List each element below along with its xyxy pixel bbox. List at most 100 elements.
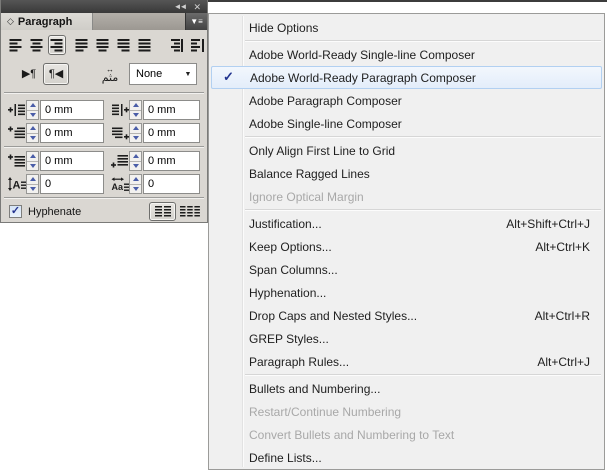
stepper-up-icon[interactable]	[27, 175, 38, 185]
align-left-button[interactable]	[6, 35, 25, 55]
drop-cap-row: A Aa	[1, 174, 207, 194]
menu-item-drop-caps-and-nested-styles[interactable]: Drop Caps and Nested Styles...Alt+Ctrl+R	[209, 304, 604, 327]
menu-item-shortcut: Alt+Ctrl+J	[537, 355, 590, 369]
justify-last-center-button[interactable]	[93, 35, 112, 55]
justify-all-button[interactable]	[135, 35, 154, 55]
right-indent-input[interactable]	[143, 100, 200, 120]
space-before-stepper[interactable]	[26, 151, 39, 171]
hyphenate-row: ✓ Hyphenate	[1, 202, 207, 221]
justify-last-right-button[interactable]	[114, 35, 133, 55]
stepper-down-icon[interactable]	[130, 162, 141, 171]
left-indent-stepper[interactable]	[26, 100, 39, 120]
right-indent-stepper[interactable]	[129, 100, 142, 120]
menu-item-label: Keep Options...	[249, 240, 332, 254]
stepper-up-icon[interactable]	[27, 101, 38, 111]
alignment-row	[1, 34, 207, 56]
drop-cap-characters-stepper[interactable]	[129, 174, 142, 194]
menu-item-hyphenation[interactable]: Hyphenation...	[209, 281, 604, 304]
stepper-up-icon[interactable]	[27, 124, 38, 134]
menu-item-label: GREP Styles...	[249, 332, 329, 346]
justify-last-left-button[interactable]	[72, 35, 91, 55]
stepper-up-icon[interactable]	[27, 152, 38, 162]
menu-item-balance-ragged-lines[interactable]: Balance Ragged Lines	[209, 162, 604, 185]
stepper-down-icon[interactable]	[27, 134, 38, 143]
menu-item-label: Justification...	[249, 217, 322, 231]
menu-item-shortcut: Alt+Shift+Ctrl+J	[506, 217, 590, 231]
stepper-down-icon[interactable]	[27, 185, 38, 194]
drop-cap-lines-input[interactable]	[40, 174, 104, 194]
stepper-up-icon[interactable]	[130, 175, 141, 185]
panel-cycle-icon: ◇	[7, 16, 14, 27]
space-after-stepper[interactable]	[129, 151, 142, 171]
menu-separator	[245, 374, 601, 375]
stepper-up-icon[interactable]	[130, 124, 141, 134]
last-line-right-indent-input[interactable]	[143, 123, 200, 143]
space-after-input[interactable]	[143, 151, 200, 171]
first-line-indent-stepper[interactable]	[26, 123, 39, 143]
align-left-icon	[9, 39, 22, 52]
stepper-up-icon[interactable]	[130, 152, 141, 162]
right-indent-icon	[110, 103, 129, 117]
space-before-icon	[7, 154, 26, 168]
menu-item-grep-styles[interactable]: GREP Styles...	[209, 327, 604, 350]
align-away-from-spine-button[interactable]	[188, 35, 207, 55]
menu-item-adobe-paragraph-composer[interactable]: Adobe Paragraph Composer	[209, 89, 604, 112]
justify-last-left-icon	[75, 39, 88, 52]
drop-cap-characters-input[interactable]	[143, 174, 200, 194]
panel-body: ▶¶ ¶◀ ↔ مثم None ▼	[1, 30, 207, 222]
stepper-down-icon[interactable]	[27, 111, 38, 120]
two-column-layout-button[interactable]	[149, 202, 176, 221]
left-indent-icon	[7, 103, 26, 117]
justify-last-right-icon	[117, 39, 130, 52]
drop-cap-characters-icon: Aa	[110, 177, 129, 191]
collapse-panel-icon[interactable]: ◄◄	[174, 3, 186, 11]
dropdown-arrow-icon: ▼	[180, 71, 196, 78]
menu-item-span-columns[interactable]: Span Columns...	[209, 258, 604, 281]
align-right-button[interactable]	[48, 35, 67, 55]
menu-item-keep-options[interactable]: Keep Options...Alt+Ctrl+K	[209, 235, 604, 258]
first-line-indent-icon	[7, 126, 26, 140]
menu-item-adobe-world-ready-single-line-composer[interactable]: Adobe World-Ready Single-line Composer	[209, 43, 604, 66]
panel-menu-button[interactable]: ▼≡	[185, 13, 207, 30]
close-icon[interactable]: ✕	[193, 3, 201, 11]
last-line-right-indent-stepper[interactable]	[129, 123, 142, 143]
rtl-paragraph-icon: ¶◀	[49, 69, 63, 80]
menu-item-justification[interactable]: Justification... Alt+Shift+Ctrl+J	[209, 212, 604, 235]
menu-item-label: Adobe Single-line Composer	[249, 117, 402, 131]
space-before-input[interactable]	[40, 151, 104, 171]
panel-separator	[4, 146, 204, 148]
align-center-button[interactable]	[27, 35, 46, 55]
tab-paragraph[interactable]: ◇ Paragraph	[1, 13, 93, 30]
menu-item-adobe-world-ready-paragraph-composer[interactable]: ✓Adobe World-Ready Paragraph Composer	[211, 66, 602, 89]
align-toward-spine-button[interactable]	[167, 35, 186, 55]
menu-item-label: Adobe World-Ready Single-line Composer	[249, 48, 475, 62]
spacing-row	[1, 151, 207, 171]
panel-menu-icon: ▼≡	[190, 17, 203, 26]
document-area	[208, 2, 607, 13]
kashida-select[interactable]: None ▼	[129, 63, 197, 85]
menu-item-only-align-first-line-to-grid[interactable]: Only Align First Line to Grid	[209, 139, 604, 162]
menu-item-paragraph-rules[interactable]: Paragraph Rules...Alt+Ctrl+J	[209, 350, 604, 373]
menu-item-label: Only Align First Line to Grid	[249, 144, 395, 158]
menu-item-label: Restart/Continue Numbering	[249, 405, 401, 419]
stepper-down-icon[interactable]	[130, 185, 141, 194]
menu-item-define-lists[interactable]: Define Lists...	[209, 446, 604, 469]
three-column-icon	[180, 206, 200, 217]
drop-cap-lines-stepper[interactable]	[26, 174, 39, 194]
menu-item-label: Adobe Paragraph Composer	[249, 94, 402, 108]
ltr-paragraph-direction-button[interactable]: ▶¶	[17, 63, 41, 85]
stepper-down-icon[interactable]	[130, 134, 141, 143]
hyphenate-checkbox[interactable]: ✓	[9, 205, 22, 218]
stepper-down-icon[interactable]	[130, 111, 141, 120]
first-line-indent-input[interactable]	[40, 123, 104, 143]
left-indent-input[interactable]	[40, 100, 104, 120]
stepper-down-icon[interactable]	[27, 162, 38, 171]
menu-item-hide-options[interactable]: Hide Options	[209, 16, 604, 39]
three-column-layout-button[interactable]	[176, 202, 203, 221]
rtl-paragraph-direction-button[interactable]: ¶◀	[43, 63, 69, 85]
menu-item-adobe-single-line-composer[interactable]: Adobe Single-line Composer	[209, 112, 604, 135]
stepper-up-icon[interactable]	[130, 101, 141, 111]
indent-row-1	[1, 100, 207, 120]
menu-item-label: Bullets and Numbering...	[249, 382, 380, 396]
menu-item-bullets-and-numbering[interactable]: Bullets and Numbering...	[209, 377, 604, 400]
